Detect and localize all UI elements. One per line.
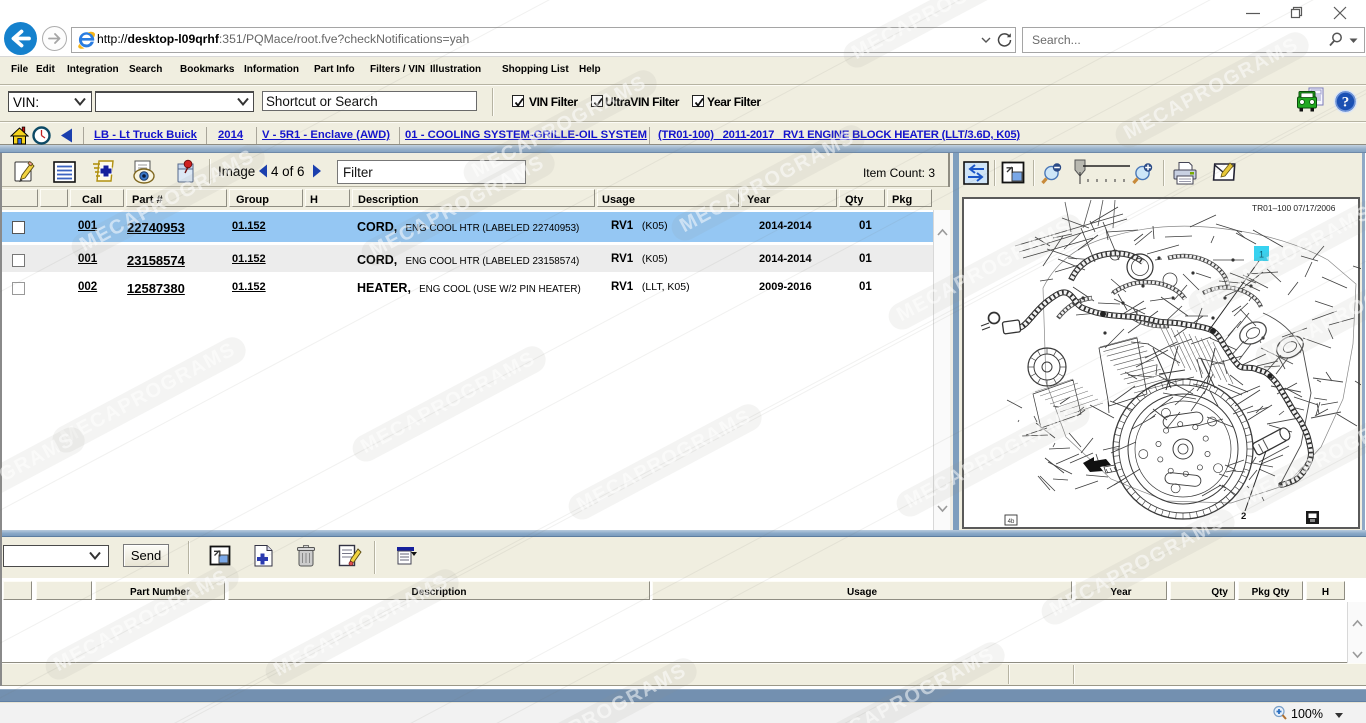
- svg-text:TR01–100 07/17/2006: TR01–100 07/17/2006: [1252, 203, 1336, 213]
- svg-text:4b: 4b: [1008, 519, 1015, 525]
- svg-text:?: ?: [1342, 95, 1350, 111]
- svg-text:1: 1: [1259, 250, 1264, 260]
- svg-text:2: 2: [1241, 511, 1246, 522]
